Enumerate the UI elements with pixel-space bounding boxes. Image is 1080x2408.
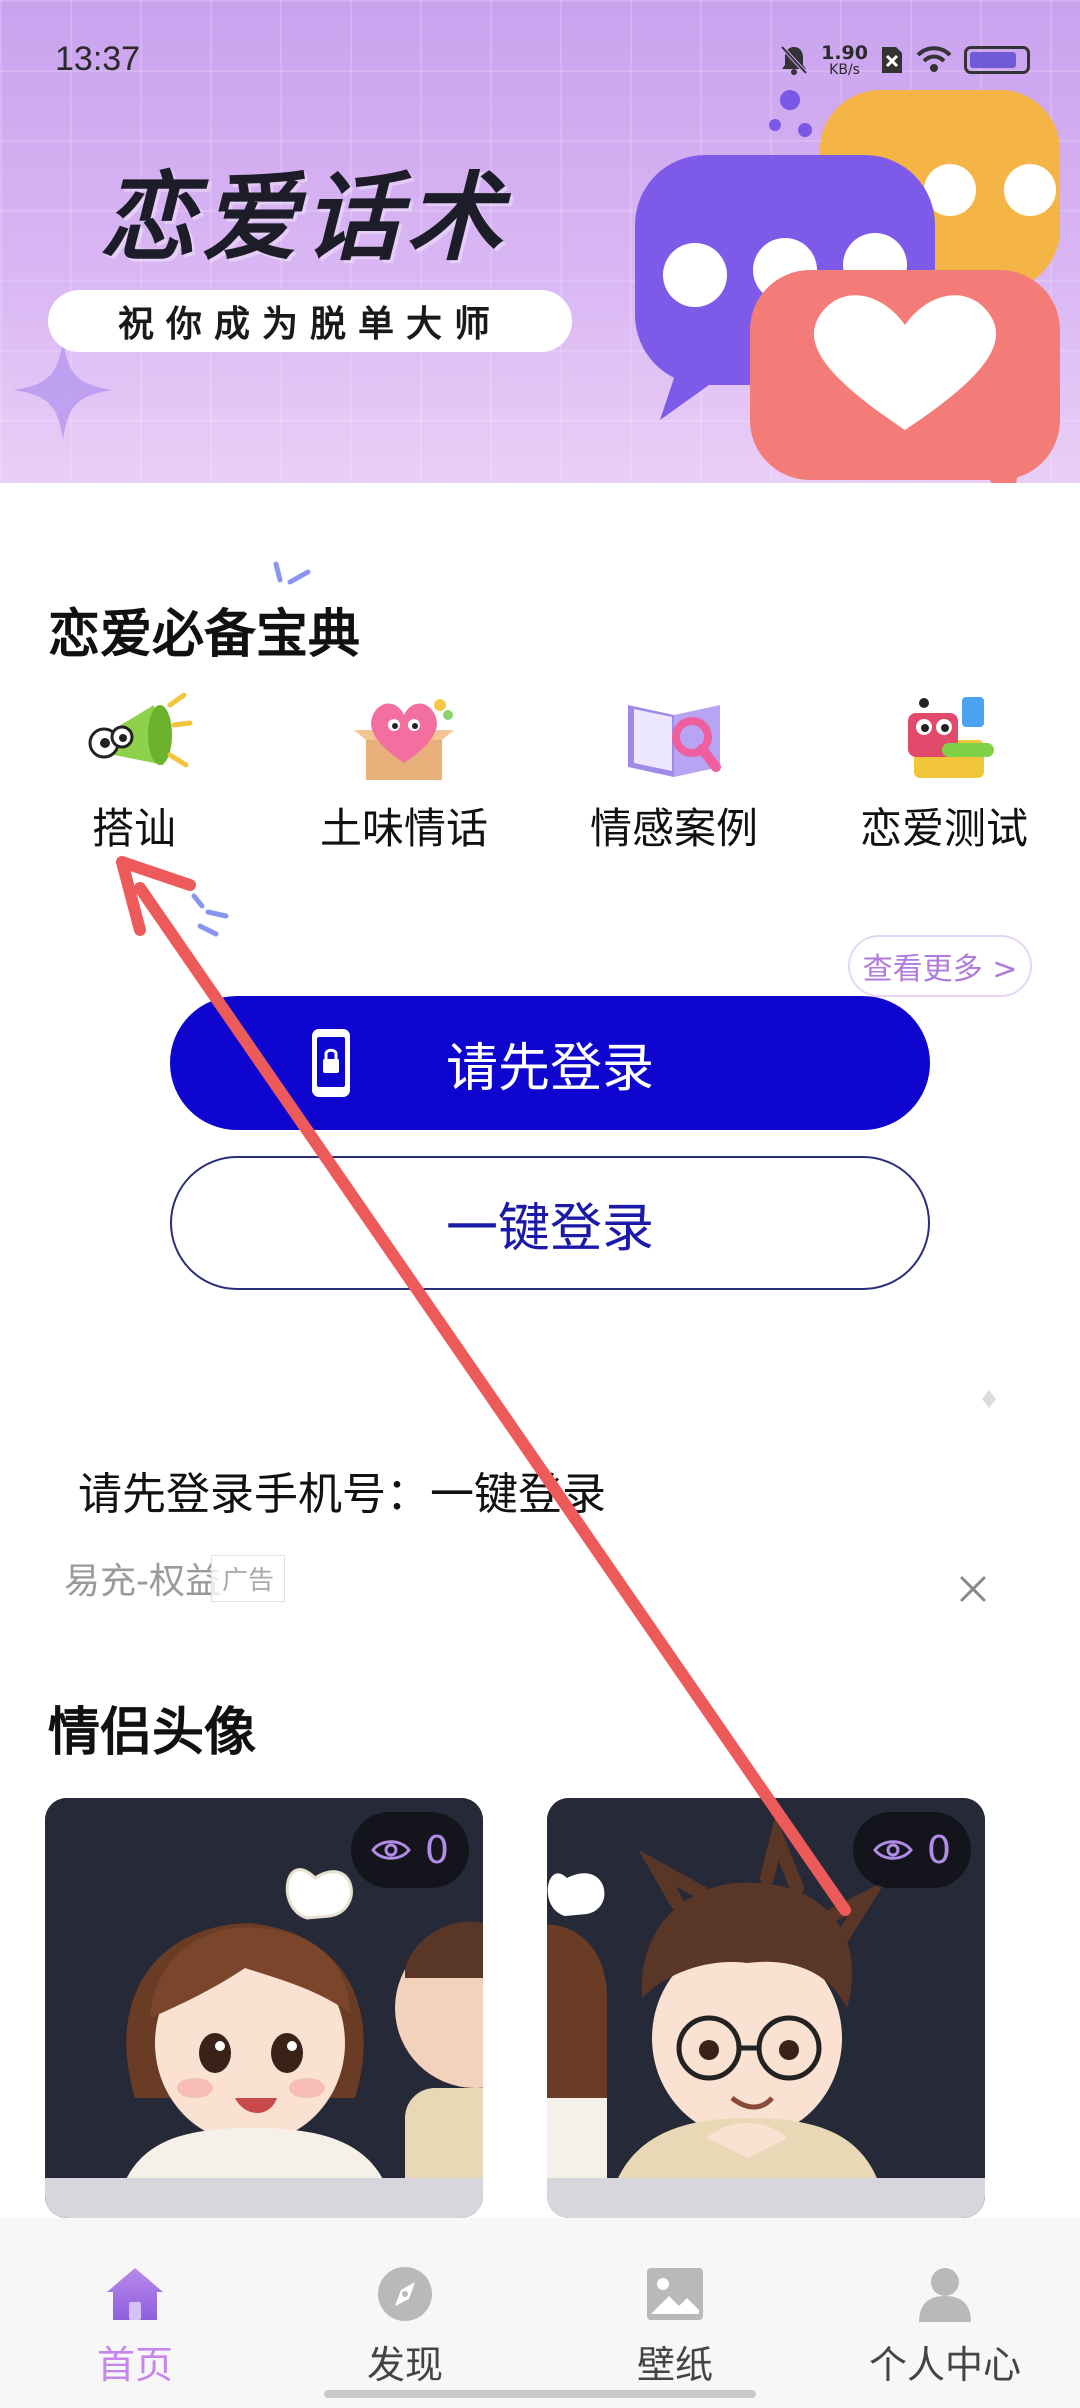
login-first-label: 请先登录 xyxy=(445,1038,654,1099)
nav-label: 首页 xyxy=(96,2343,173,2387)
home-indicator[interactable] xyxy=(324,2390,756,2398)
banner-title: 恋爱话术 xyxy=(100,162,508,274)
category-label: 情感案例 xyxy=(589,804,758,853)
nav-item-discover[interactable]: 发现 xyxy=(270,2218,540,2408)
home-icon xyxy=(107,2268,163,2320)
person-icon xyxy=(919,2268,971,2322)
status-bar: 13:37 1.90 KB/s xyxy=(0,0,1080,120)
diamond-dot-icon xyxy=(982,1390,996,1408)
chat-bubbles-illustration xyxy=(635,90,1060,483)
status-icons: 1.90 KB/s xyxy=(779,40,1030,80)
ad-badge: 广告 xyxy=(211,1554,286,1602)
ad-banner[interactable]: 易充-权益 广告 xyxy=(64,1550,286,1606)
view-count-badge: 0 xyxy=(853,1812,971,1888)
test-robot-icon xyxy=(908,697,994,778)
eye-icon xyxy=(873,1840,913,1860)
category-love-test[interactable]: 恋爱测试 xyxy=(824,685,1064,865)
phone-lock-icon xyxy=(312,1029,350,1097)
category-label: 搭讪 xyxy=(91,804,176,853)
nav-item-wallpaper[interactable]: 壁纸 xyxy=(540,2218,810,2408)
network-speed: 1.90 KB/s xyxy=(821,41,868,78)
category-label: 恋爱测试 xyxy=(859,804,1028,853)
image-icon xyxy=(647,2268,703,2320)
view-count: 0 xyxy=(926,1828,952,1872)
avatar-card[interactable]: 0 xyxy=(45,1798,483,2218)
avatar-card[interactable]: 0 xyxy=(547,1798,985,2218)
nav-label: 壁纸 xyxy=(636,2343,713,2387)
battery-icon xyxy=(964,46,1030,74)
network-speed-unit: KB/s xyxy=(829,61,860,78)
ad-text: 易充-权益 xyxy=(64,1561,221,1602)
login-hint-text: 请先登录手机号：一键登录 xyxy=(78,1469,606,1520)
one-click-login-button[interactable]: 一键登录 xyxy=(170,1156,930,1290)
wifi-icon xyxy=(916,46,952,72)
category-cheesy-lines[interactable]: 土味情话 xyxy=(284,685,524,865)
bell-muted-icon xyxy=(780,45,808,75)
decorative-dash-icon xyxy=(191,893,229,937)
book-magnifier-icon xyxy=(628,705,721,777)
nav-label: 发现 xyxy=(366,2343,443,2387)
one-click-login-label: 一键登录 xyxy=(445,1198,654,1259)
compass-icon xyxy=(378,2267,432,2321)
bottom-nav: 首页 发现 壁纸 个人中心 xyxy=(0,2218,1080,2408)
view-more-button[interactable]: 查看更多 > xyxy=(848,935,1032,997)
category-emotion-cases[interactable]: 情感案例 xyxy=(554,685,794,865)
category-label: 土味情话 xyxy=(319,804,488,853)
ad-close-icon[interactable] xyxy=(958,1574,988,1604)
category-pickup[interactable]: 搭讪 xyxy=(14,685,254,865)
login-first-button[interactable]: 请先登录 xyxy=(170,996,930,1130)
view-count-badge: 0 xyxy=(351,1812,469,1888)
couple-avatars-title: 情侣头像 xyxy=(48,1703,257,1763)
banner-subtitle: 祝你成为脱单大师 xyxy=(48,290,572,352)
nav-item-home[interactable]: 首页 xyxy=(0,2218,270,2408)
megaphone-icon xyxy=(88,692,193,768)
heart-gift-icon xyxy=(354,699,454,780)
eye-icon xyxy=(371,1840,411,1860)
handbook-title: 恋爱必备宝典 xyxy=(48,605,361,665)
nav-item-profile[interactable]: 个人中心 xyxy=(810,2218,1080,2408)
view-count: 0 xyxy=(424,1828,450,1872)
network-speed-value: 1.90 xyxy=(821,41,868,64)
sim-off-icon xyxy=(882,47,902,73)
nav-label: 个人中心 xyxy=(868,2343,1021,2387)
battery-level xyxy=(970,52,1016,68)
hero-banner[interactable]: 13:37 1.90 KB/s 恋爱话术 祝你成为脱单大师 xyxy=(0,0,1080,483)
status-time: 13:37 xyxy=(55,40,141,78)
